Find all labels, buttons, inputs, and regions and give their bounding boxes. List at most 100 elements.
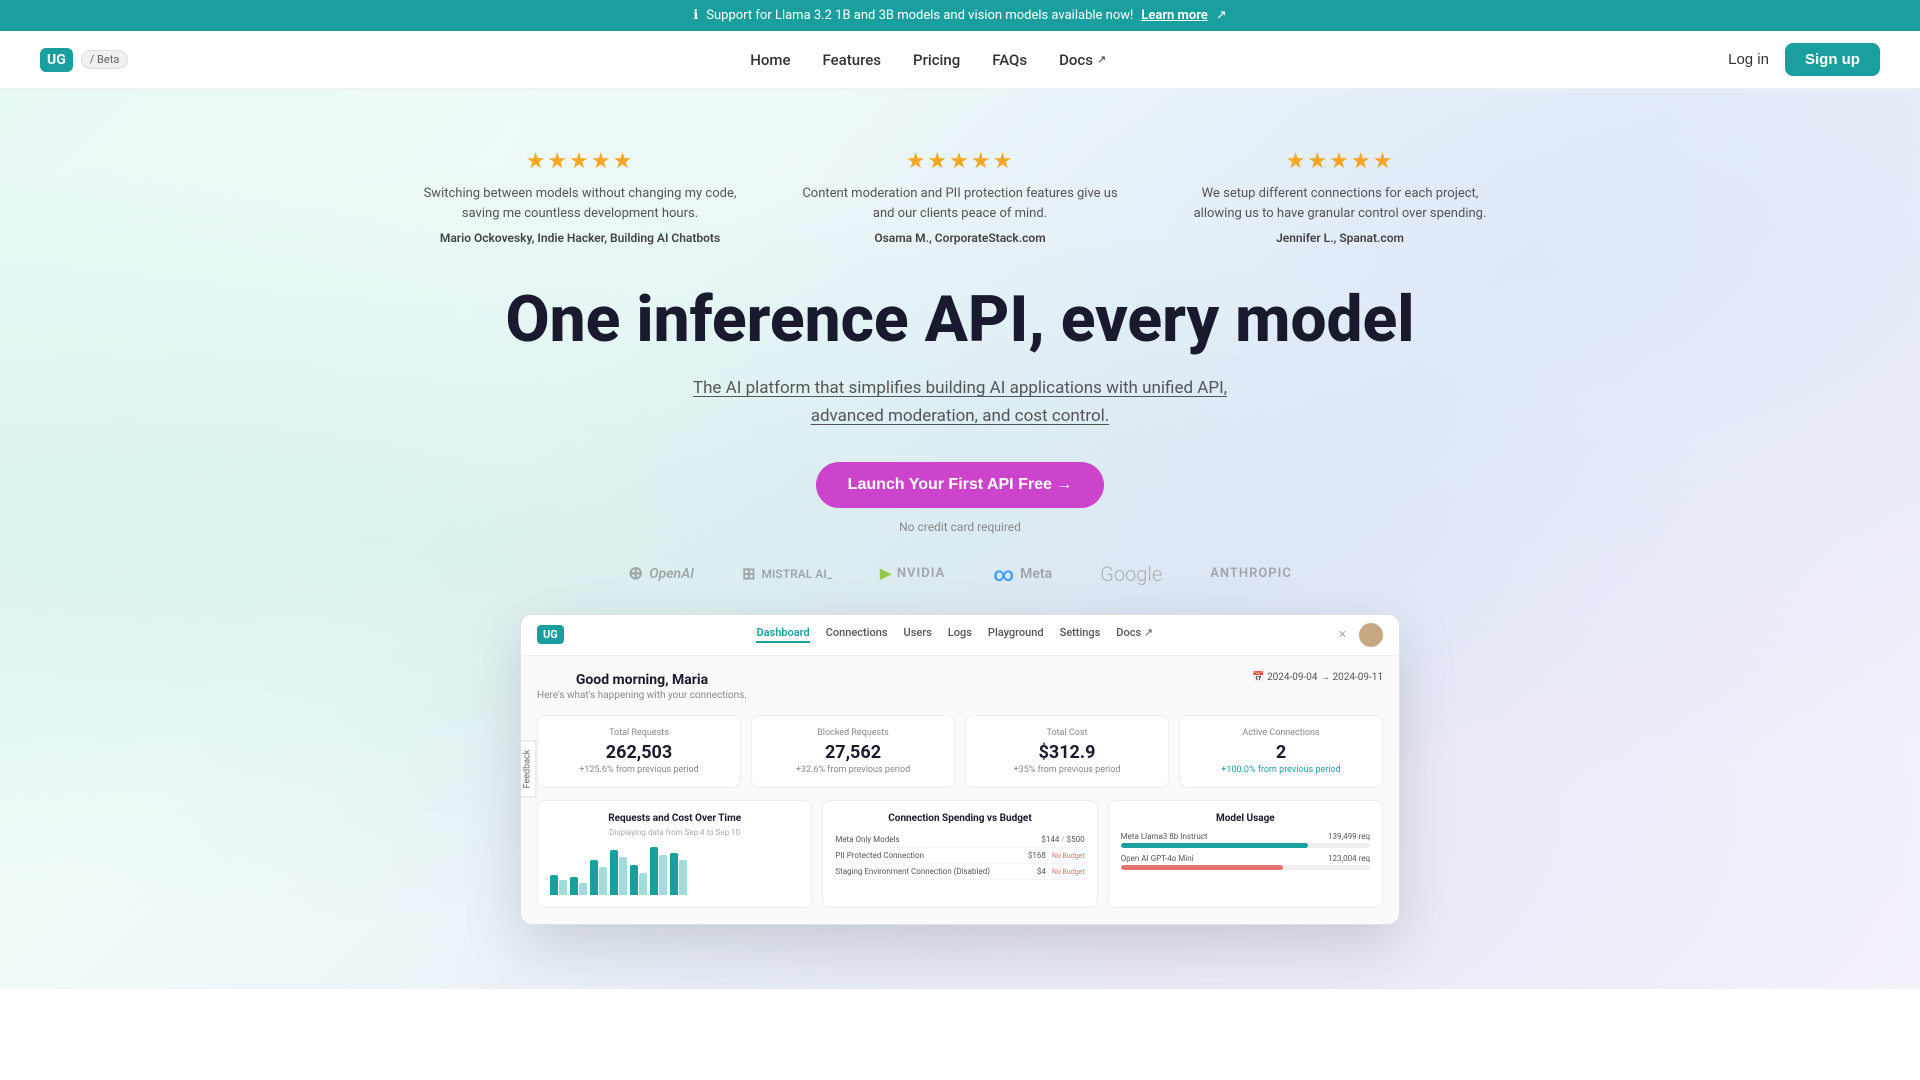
navbar-left: UG / Beta — [40, 48, 128, 72]
dash-nav-links: Dashboard Connections Users Logs Playgro… — [588, 626, 1322, 643]
dash-logo: UG — [537, 625, 564, 644]
openai-symbol: ⊕ — [628, 563, 643, 584]
bar-group-0 — [550, 875, 567, 895]
review-text-0: Switching between models without changin… — [420, 184, 740, 223]
bar-group-6 — [670, 853, 687, 895]
bar-group-5 — [650, 847, 667, 895]
beta-badge: / Beta — [81, 50, 129, 69]
logo[interactable]: UG — [40, 48, 73, 72]
dash-nav-dashboard[interactable]: Dashboard — [756, 626, 809, 643]
learn-more-link[interactable]: Learn more — [1141, 8, 1207, 23]
model-bar-fill-0 — [1121, 843, 1308, 848]
reviews-row: ★★★★★ Switching between models without c… — [40, 149, 1880, 245]
dash-nav-settings[interactable]: Settings — [1060, 626, 1101, 643]
mistral-symbol: ⊞ — [742, 564, 755, 583]
review-card-1: ★★★★★ Content moderation and PII protect… — [800, 149, 1120, 245]
dash-nav-icon-x: ✕ — [1338, 628, 1347, 641]
signup-button[interactable]: Sign up — [1785, 43, 1880, 76]
model-label-row-0: Meta Llama3 8b Instruct 139,499 req — [1121, 832, 1370, 841]
google-label: Google — [1100, 562, 1162, 586]
bar-light-3 — [619, 857, 627, 895]
chart3-title: Model Usage — [1121, 813, 1370, 824]
stat-change-2: +35% from previous period — [978, 765, 1156, 775]
bar-light-6 — [679, 860, 687, 895]
hero-subtitle: The AI platform that simplifies building… — [670, 375, 1250, 429]
dash-nav-docs[interactable]: Docs ↗ — [1116, 626, 1153, 643]
subtitle-link: building AI applications — [926, 378, 1102, 398]
review-card-0: ★★★★★ Switching between models without c… — [420, 149, 740, 245]
dash-nav-connections[interactable]: Connections — [826, 626, 888, 643]
info-icon: ℹ — [693, 8, 698, 23]
nav-pricing[interactable]: Pricing — [913, 51, 960, 69]
dash-sub: Here's what's happening with your connec… — [537, 690, 747, 701]
cta-button[interactable]: Launch Your First API Free → — [816, 462, 1105, 508]
chart1-sub: Displaying data from Sep 4 to Sep 10 — [550, 828, 799, 837]
stat-change-0: +125.6% from previous period — [550, 765, 728, 775]
nav-home[interactable]: Home — [750, 51, 790, 69]
bar-light-4 — [639, 873, 647, 895]
charts-row: Requests and Cost Over Time Displaying d… — [537, 800, 1383, 908]
dashboard-nav: UG Dashboard Connections Users Logs Play… — [521, 615, 1399, 656]
bar-light-2 — [599, 867, 607, 895]
bar-group-1 — [570, 877, 587, 895]
dash-date: 📅 2024-09-04 → 2024-09-11 — [1252, 672, 1383, 683]
stat-label-1: Blocked Requests — [764, 728, 942, 738]
stat-card-1: Blocked Requests 27,562 +32.6% from prev… — [751, 715, 955, 788]
announcement-text: Support for Llama 3.2 1B and 3B models a… — [706, 8, 1133, 23]
review-author-2: Jennifer L., Spanat.com — [1180, 231, 1500, 245]
dash-greeting: Good morning, Maria — [537, 672, 747, 688]
stars-2: ★★★★★ — [1180, 149, 1500, 174]
hero-section: ★★★★★ Switching between models without c… — [0, 89, 1920, 989]
chart-models: Model Usage Meta Llama3 8b Instruct 139,… — [1108, 800, 1383, 908]
dash-nav-playground[interactable]: Playground — [988, 626, 1044, 643]
review-card-2: ★★★★★ We setup different connections for… — [1180, 149, 1500, 245]
review-text-2: We setup different connections for each … — [1180, 184, 1500, 223]
no-credit-card-text: No credit card required — [40, 520, 1880, 534]
mistral-label: MISTRAL AI_ — [761, 567, 832, 581]
dash-nav-logs[interactable]: Logs — [948, 626, 972, 643]
bar-group-2 — [590, 860, 607, 895]
model-row-1: Open AI GPT-4o Mini 123,004 req — [1121, 854, 1370, 870]
stat-value-0: 262,503 — [550, 742, 728, 763]
model-label-row-1: Open AI GPT-4o Mini 123,004 req — [1121, 854, 1370, 863]
nav-features[interactable]: Features — [823, 51, 881, 69]
bar-teal-1 — [570, 877, 578, 895]
nav-faqs[interactable]: FAQs — [992, 51, 1027, 69]
bar-light-5 — [659, 855, 667, 895]
meta-label: Meta — [1020, 566, 1052, 582]
bar-teal-3 — [610, 850, 618, 895]
logo-nvidia: ▶ NVIDIA — [880, 566, 945, 582]
chart-requests: Requests and Cost Over Time Displaying d… — [537, 800, 812, 908]
login-button[interactable]: Log in — [1728, 51, 1769, 68]
dash-nav-users[interactable]: Users — [904, 626, 932, 643]
openai-label: OpenAI — [649, 566, 694, 582]
dash-nav-right: ✕ — [1338, 623, 1383, 647]
nvidia-label: NVIDIA — [897, 566, 945, 581]
model-bar-fill-1 — [1121, 865, 1283, 870]
nav-docs[interactable]: Docs ↗ — [1059, 51, 1106, 69]
navbar-center: Home Features Pricing FAQs Docs ↗ — [750, 51, 1106, 69]
dashboard-preview: Feedback UG Dashboard Connections Users … — [520, 614, 1400, 925]
navbar-right: Log in Sign up — [1728, 43, 1880, 76]
bar-light-0 — [559, 880, 567, 895]
stars-1: ★★★★★ — [800, 149, 1120, 174]
conn-row-2: Staging Environment Connection (Disabled… — [835, 864, 1084, 880]
model-bar-bg-0 — [1121, 843, 1370, 848]
navbar: UG / Beta Home Features Pricing FAQs Doc… — [0, 31, 1920, 89]
cta-section: Launch Your First API Free → — [40, 462, 1880, 508]
chart2-table: Meta Only Models $144 / $500 PII Protect… — [835, 832, 1084, 880]
dash-avatar — [1359, 623, 1383, 647]
stat-value-2: $312.9 — [978, 742, 1156, 763]
chart1-title: Requests and Cost Over Time — [550, 813, 799, 824]
hero-heading: One inference API, every model — [40, 285, 1880, 355]
chart3-models: Meta Llama3 8b Instruct 139,499 req Open… — [1121, 832, 1370, 870]
review-author-1: Osama M., CorporateStack.com — [800, 231, 1120, 245]
bar-light-1 — [579, 883, 587, 895]
logos-row: ⊕ OpenAI ⊞ MISTRAL AI_ ▶ NVIDIA ∞ Meta G… — [40, 562, 1880, 586]
stat-value-1: 27,562 — [764, 742, 942, 763]
announcement-bar: ℹ Support for Llama 3.2 1B and 3B models… — [0, 0, 1920, 31]
logo-anthropic: ANTHROPIC — [1210, 566, 1292, 581]
external-icon: ↗ — [1097, 53, 1106, 66]
feedback-tab[interactable]: Feedback — [520, 741, 536, 798]
dashboard-content: Good morning, Maria Here's what's happen… — [521, 656, 1399, 924]
